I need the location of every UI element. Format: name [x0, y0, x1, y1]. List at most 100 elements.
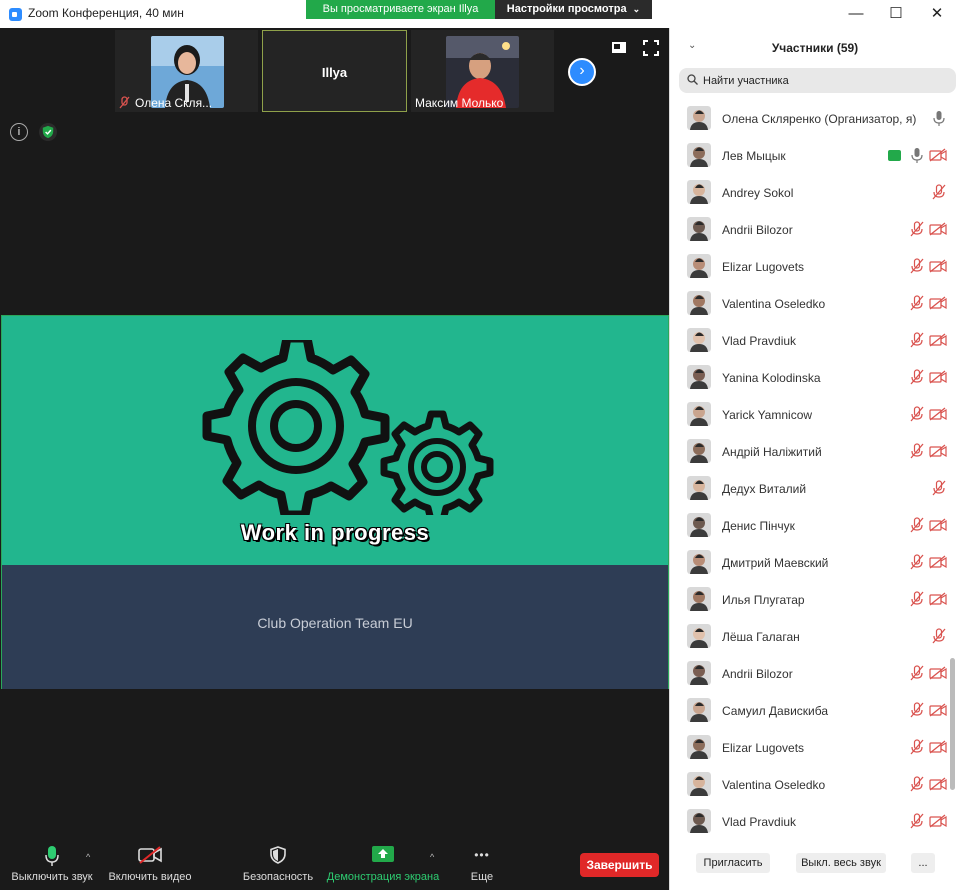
avatar [687, 735, 711, 759]
video-off-icon[interactable] [929, 814, 947, 828]
shield-icon [270, 846, 286, 864]
participant-row[interactable]: Andrii Bilozor [670, 211, 949, 248]
video-thumbnail[interactable]: Максим Молько [411, 30, 554, 112]
panel-footer: Пригласить Выкл. весь звук ... [670, 846, 960, 890]
panel-title: Участники (59) [771, 41, 859, 55]
close-button[interactable]: ✕ [927, 4, 947, 24]
mic-muted-icon[interactable] [932, 480, 946, 496]
meeting-info-icon[interactable]: i [10, 123, 28, 141]
participant-row[interactable]: Андрій Наліжитий [670, 433, 949, 470]
audio-options-caret-icon[interactable]: ^ [86, 852, 90, 862]
video-off-icon[interactable] [929, 518, 947, 532]
avatar [687, 365, 711, 389]
video-off-icon[interactable] [929, 407, 947, 421]
video-off-icon[interactable] [929, 148, 947, 162]
video-off-icon[interactable] [929, 592, 947, 606]
mic-muted-icon[interactable] [910, 517, 924, 533]
mic-muted-icon[interactable] [910, 332, 924, 348]
screen-share-icon [888, 150, 901, 161]
video-off-icon[interactable] [929, 296, 947, 310]
mic-muted-icon[interactable] [910, 554, 924, 570]
view-options-button[interactable]: Настройки просмотра ⌄ [495, 0, 652, 19]
avatar [687, 143, 711, 167]
participant-row[interactable]: Илья Плугатар [670, 581, 949, 618]
mic-muted-icon[interactable] [910, 702, 924, 718]
participant-row[interactable]: Vlad Pravdiuk [670, 322, 949, 359]
mic-muted-icon[interactable] [910, 813, 924, 829]
participant-row[interactable]: Самуил Давискиба [670, 692, 949, 729]
participant-row[interactable]: Elizar Lugovets [670, 248, 949, 285]
mic-muted-icon[interactable] [910, 443, 924, 459]
fullscreen-icon[interactable] [643, 40, 659, 56]
microphone-icon[interactable] [932, 110, 946, 126]
next-page-button[interactable]: › [568, 58, 596, 86]
search-input[interactable] [703, 68, 948, 93]
participant-row[interactable]: Денис Пінчук [670, 507, 949, 544]
participant-row[interactable]: Yarick Yamnicow [670, 396, 949, 433]
microphone-icon[interactable] [910, 147, 924, 163]
invite-button[interactable]: Пригласить [696, 853, 770, 873]
video-off-icon[interactable] [929, 666, 947, 680]
video-thumbnail-active-speaker[interactable]: Illya [262, 30, 407, 112]
video-off-icon[interactable] [929, 444, 947, 458]
participant-row[interactable]: Valentina Oseledko [670, 766, 949, 803]
minimize-button[interactable]: — [846, 4, 866, 24]
participant-row[interactable]: Elizar Lugovets [670, 729, 949, 766]
panel-header: ⌄ Участники (59) [670, 28, 960, 66]
share-screen-button[interactable]: Демонстрация экрана [324, 836, 442, 890]
participant-row[interactable]: Дедух Виталий [670, 470, 949, 507]
share-options-caret-icon[interactable]: ^ [430, 852, 434, 862]
participant-row[interactable]: Vlad Pravdiuk [670, 803, 949, 840]
video-off-icon[interactable] [929, 703, 947, 717]
more-options-button[interactable]: ... [911, 853, 935, 873]
participant-row[interactable]: Andrii Bilozor [670, 655, 949, 692]
mute-button[interactable]: Выключить звук [6, 836, 98, 890]
avatar [687, 661, 711, 685]
participant-row[interactable]: Yanina Kolodinska [670, 359, 949, 396]
mic-muted-icon[interactable] [910, 369, 924, 385]
video-off-icon[interactable] [929, 222, 947, 236]
avatar [687, 291, 711, 315]
maximize-button[interactable]: ☐ [886, 4, 906, 24]
video-thumbnail[interactable]: Олена Скля... [115, 30, 258, 112]
video-off-icon[interactable] [929, 370, 947, 384]
participant-search[interactable] [679, 68, 956, 93]
encryption-shield-icon[interactable] [39, 123, 57, 141]
participant-row[interactable]: Дмитрий Маевский [670, 544, 949, 581]
participant-row[interactable]: Yarick Yamnicow [670, 840, 949, 845]
layout-toggle-icon[interactable] [611, 40, 627, 56]
video-off-icon[interactable] [929, 777, 947, 791]
participant-row[interactable]: Valentina Oseledko [670, 285, 949, 322]
mic-muted-icon[interactable] [910, 591, 924, 607]
share-screen-icon [372, 846, 394, 862]
mic-muted-icon[interactable] [932, 184, 946, 200]
mic-muted-icon[interactable] [910, 406, 924, 422]
participant-row[interactable]: Лев Мыцык [670, 137, 949, 174]
end-meeting-button[interactable]: Завершить [580, 853, 659, 877]
start-video-button[interactable]: Включить видео [104, 836, 196, 890]
mic-muted-icon[interactable] [910, 221, 924, 237]
video-off-icon[interactable] [929, 333, 947, 347]
avatar [687, 550, 711, 574]
participant-name: Андрій Наліжитий [722, 445, 822, 459]
mute-all-button[interactable]: Выкл. весь звук [796, 853, 886, 873]
mic-muted-icon[interactable] [932, 628, 946, 644]
scrollbar[interactable] [950, 658, 955, 790]
meeting-toolbar: Выключить звук ^ Включить видео Безопасн… [0, 836, 669, 890]
video-off-icon[interactable] [929, 740, 947, 754]
more-button[interactable]: ••• Еще [460, 836, 504, 890]
mic-muted-icon[interactable] [910, 295, 924, 311]
participant-name: Elizar Lugovets [722, 260, 805, 274]
mic-muted-icon[interactable] [910, 258, 924, 274]
participant-row[interactable]: Лёша Галаган [670, 618, 949, 655]
participant-row[interactable]: Andrey Sokol [670, 174, 949, 211]
video-off-icon[interactable] [929, 555, 947, 569]
more-dots-icon: ••• [474, 848, 490, 862]
participant-name: Yanina Kolodinska [722, 371, 821, 385]
mic-muted-icon[interactable] [910, 665, 924, 681]
mic-muted-icon[interactable] [910, 739, 924, 755]
participant-row[interactable]: Олена Скляренко (Организатор, я) [670, 100, 949, 137]
security-button[interactable]: Безопасность [240, 836, 316, 890]
video-off-icon[interactable] [929, 259, 947, 273]
mic-muted-icon[interactable] [910, 776, 924, 792]
